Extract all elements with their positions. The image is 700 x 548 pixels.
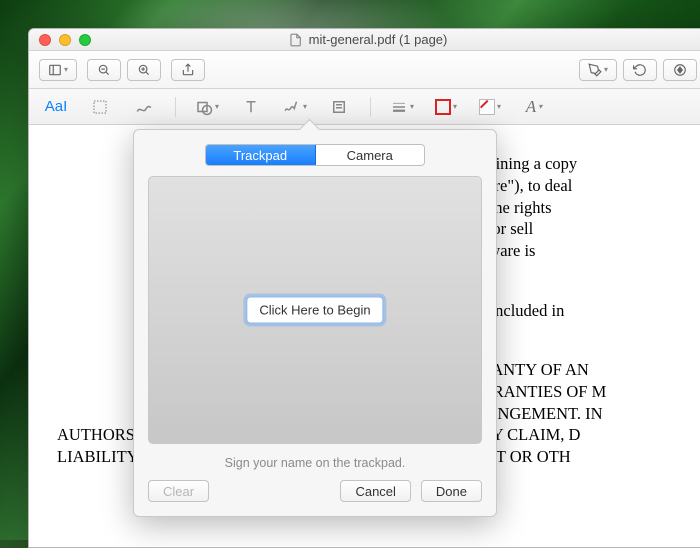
window-controls — [29, 34, 91, 46]
fill-color-tool[interactable]: ▾ — [477, 94, 503, 120]
share-button[interactable] — [171, 59, 205, 81]
chevron-down-icon: ▾ — [410, 102, 414, 111]
markup-toggle-button[interactable] — [663, 59, 697, 81]
main-toolbar: ▾ ▾ — [29, 51, 700, 89]
document-icon — [289, 33, 303, 47]
chevron-down-icon: ▾ — [453, 102, 457, 111]
tab-camera[interactable]: Camera — [316, 145, 425, 165]
rotate-button[interactable] — [623, 59, 657, 81]
popover-buttons: Clear Cancel Done — [134, 480, 496, 516]
chevron-down-icon: ▾ — [497, 102, 501, 111]
rect-selection-tool[interactable] — [87, 94, 113, 120]
begin-signature-button[interactable]: Click Here to Begin — [246, 297, 383, 324]
signature-hint: Sign your name on the trackpad. — [134, 456, 496, 470]
note-tool[interactable] — [326, 94, 352, 120]
line-weight-tool[interactable]: ▾ — [389, 94, 415, 120]
shapes-tool[interactable]: ▾ — [194, 94, 220, 120]
window-title: mit-general.pdf (1 page) — [289, 32, 448, 47]
signature-popover: Trackpad Camera Click Here to Begin Sign… — [133, 129, 497, 517]
chevron-down-icon: ▾ — [215, 102, 219, 111]
signature-canvas[interactable]: Click Here to Begin — [148, 176, 482, 444]
sign-tool[interactable]: ▾ — [282, 94, 308, 120]
separator — [370, 97, 371, 117]
clear-button[interactable]: Clear — [148, 480, 209, 502]
text-style-tool[interactable]: A▾ — [521, 94, 547, 120]
zoom-in-button[interactable] — [127, 59, 161, 81]
done-button[interactable]: Done — [421, 480, 482, 502]
window-title-text: mit-general.pdf (1 page) — [309, 32, 448, 47]
chevron-down-icon: ▾ — [64, 65, 68, 74]
markup-toolbar: AaI ▾ ▾ ▾ ▾ ▾ A▾ — [29, 89, 700, 125]
sketch-tool[interactable] — [131, 94, 157, 120]
border-color-tool[interactable]: ▾ — [433, 94, 459, 120]
signature-source-tabs: Trackpad Camera — [205, 144, 425, 166]
text-selection-tool[interactable]: AaI — [43, 94, 69, 120]
chevron-down-icon: ▾ — [604, 65, 608, 74]
tab-trackpad[interactable]: Trackpad — [206, 145, 316, 165]
preview-window: mit-general.pdf (1 page) ▾ ▾ AaI ▾ — [28, 28, 700, 548]
chevron-down-icon: ▾ — [303, 102, 307, 111]
titlebar: mit-general.pdf (1 page) — [29, 29, 700, 51]
sidebar-view-button[interactable]: ▾ — [39, 59, 77, 81]
text-tool[interactable] — [238, 94, 264, 120]
cancel-button[interactable]: Cancel — [340, 480, 410, 502]
close-button[interactable] — [39, 34, 51, 46]
chevron-down-icon: ▾ — [538, 102, 542, 111]
highlight-button[interactable]: ▾ — [579, 59, 617, 81]
maximize-button[interactable] — [79, 34, 91, 46]
separator — [175, 97, 176, 117]
zoom-out-button[interactable] — [87, 59, 121, 81]
minimize-button[interactable] — [59, 34, 71, 46]
